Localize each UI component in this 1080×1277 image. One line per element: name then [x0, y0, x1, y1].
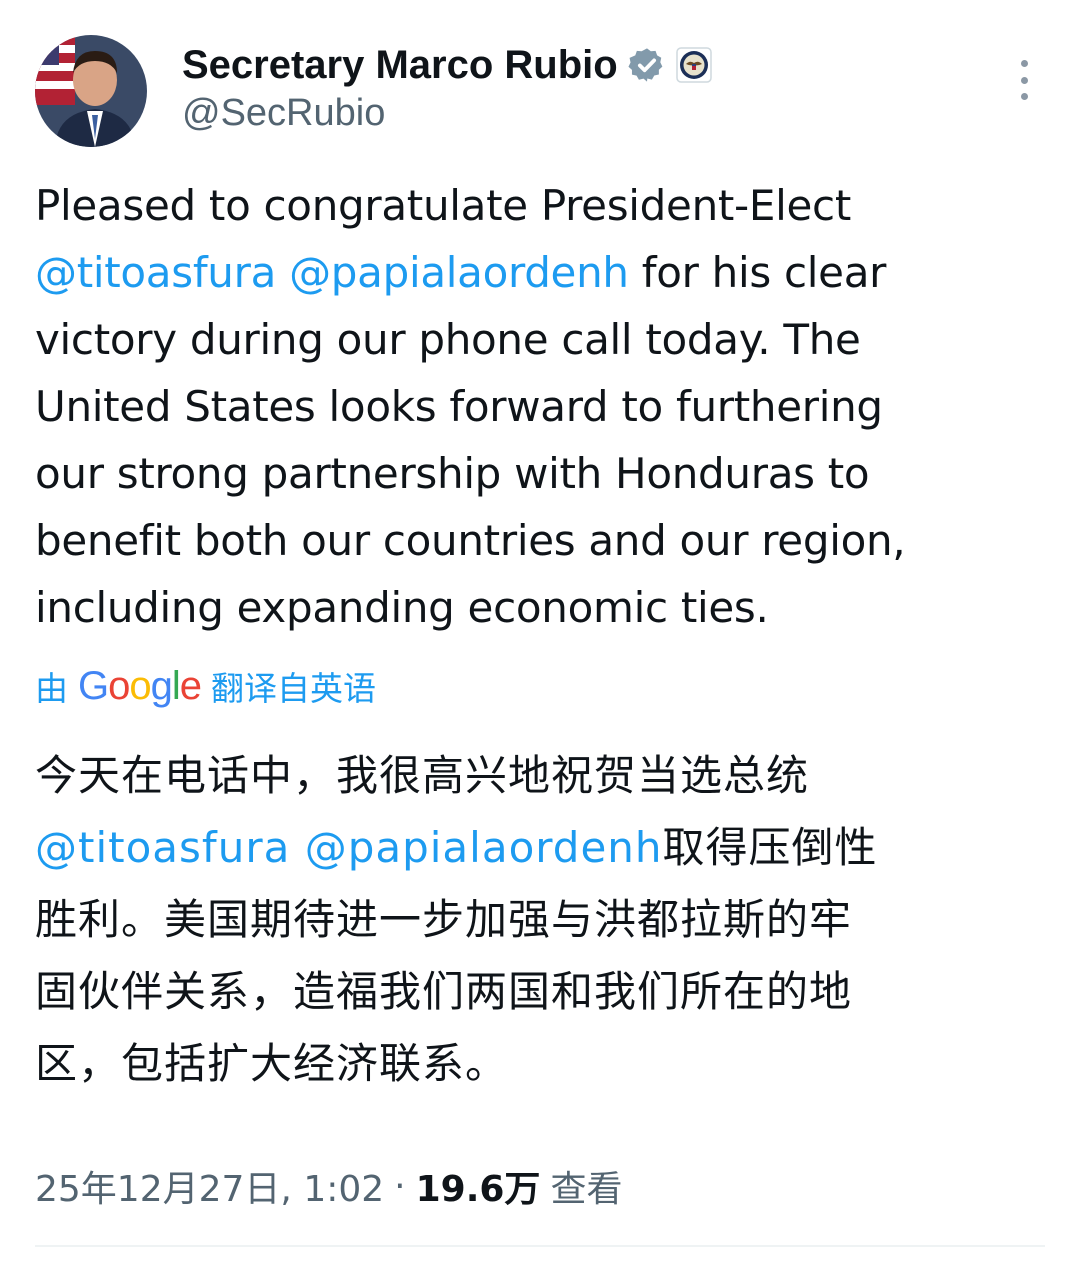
translation-suffix: 翻译自英语 — [211, 669, 377, 708]
mention-link[interactable]: @papialaordenh — [305, 823, 663, 872]
tweet-line: United States looks forward to furtherin… — [35, 382, 883, 431]
tweet-meta: 25年12月27日, 1:02 · 19.6万 查看 — [35, 1160, 622, 1212]
views-label: 查看 — [550, 1169, 623, 1210]
tweet-line: Pleased to congratulate President-Elect — [35, 181, 852, 230]
translated-line: 取得压倒性 — [662, 823, 878, 872]
state-department-seal-icon[interactable] — [675, 47, 712, 83]
translated-tweet-text: 今天在电话中，我很高兴地祝贺当选总统 @titoasfura @papialao… — [35, 740, 1045, 1100]
translation-prefix: 由 — [35, 669, 68, 708]
verified-badge-icon[interactable] — [628, 46, 666, 84]
dot-icon — [1020, 93, 1028, 100]
google-logo-letter: g — [150, 663, 173, 708]
avatar[interactable] — [35, 35, 147, 147]
mention-link[interactable]: @titoasfura — [35, 248, 276, 297]
dot-icon — [1020, 76, 1028, 84]
more-options-icon[interactable] — [1010, 60, 1038, 100]
tweet-line: victory during our phone call today. The — [35, 315, 861, 364]
translation-attribution[interactable]: 由 Google 翻译自英语 — [35, 662, 376, 710]
tweet-line — [276, 248, 289, 297]
google-logo: Google — [78, 663, 202, 709]
profile-photo — [35, 35, 147, 147]
meta-separator: · — [394, 1165, 406, 1207]
tweet-line: our strong partnership with Honduras to — [35, 449, 870, 498]
divider — [35, 1245, 1045, 1247]
mention-link[interactable]: @papialaordenh — [289, 248, 629, 297]
google-logo-letter: o — [108, 663, 130, 708]
author-handle[interactable]: @SecRubio — [182, 92, 385, 135]
author-name-row: Secretary Marco Rubio — [182, 40, 712, 90]
google-logo-letter: G — [78, 663, 109, 708]
translated-line: 区，包括扩大经济联系。 — [35, 1039, 509, 1088]
tweet-line: including expanding economic ties. — [35, 583, 769, 632]
views-count: 19.6万 — [415, 1169, 541, 1210]
mention-link[interactable]: @titoasfura — [35, 823, 290, 872]
google-logo-letter: l — [171, 663, 181, 708]
tweet-line: benefit both our countries and our regio… — [35, 516, 906, 565]
translated-line: 胜利。美国期待进一步加强与洪都拉斯的牢 — [35, 895, 853, 944]
google-logo-letter: o — [129, 663, 151, 708]
author-display-name[interactable]: Secretary Marco Rubio — [182, 43, 618, 88]
tweet-timestamp[interactable]: 25年12月27日, 1:02 — [35, 1160, 384, 1212]
dot-icon — [1020, 60, 1028, 67]
tweet-text: Pleased to congratulate President-Elect … — [35, 172, 1045, 641]
translated-line: 固伙伴关系，造福我们两国和我们所在的地 — [35, 967, 853, 1016]
google-logo-letter: e — [179, 663, 202, 708]
translated-line: 今天在电话中，我很高兴地祝贺当选总统 — [35, 751, 810, 800]
tweet-line: for his clear — [628, 248, 887, 297]
